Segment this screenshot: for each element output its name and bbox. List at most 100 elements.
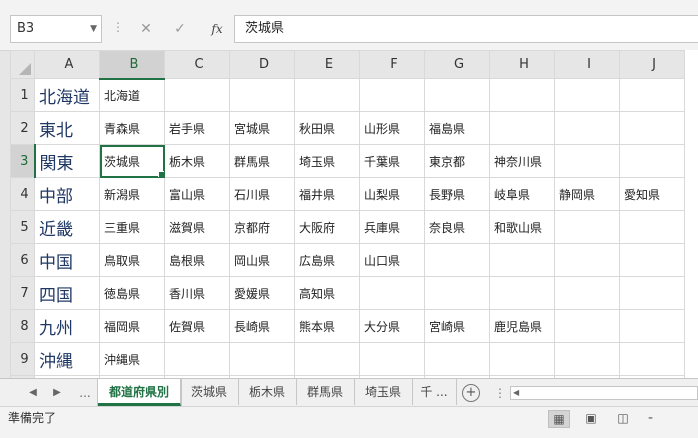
region-cell[interactable]: 四国: [34, 276, 100, 310]
cell[interactable]: 愛知県: [619, 177, 685, 211]
column-header-d[interactable]: D: [229, 50, 295, 79]
cell[interactable]: 福岡県: [99, 309, 165, 343]
scroll-left-icon[interactable]: ◀: [513, 387, 519, 399]
cell[interactable]: [619, 309, 685, 343]
chevron-down-icon[interactable]: ▼: [90, 16, 97, 42]
cell[interactable]: [619, 243, 685, 277]
cell[interactable]: [294, 78, 360, 112]
fill-handle[interactable]: [158, 171, 164, 177]
cell[interactable]: 山口県: [359, 243, 425, 277]
cell[interactable]: [619, 342, 685, 376]
cell[interactable]: [489, 276, 555, 310]
region-cell[interactable]: 北海道: [34, 78, 100, 112]
cell[interactable]: 新潟県: [99, 177, 165, 211]
tab-ellipsis-left[interactable]: ...: [74, 379, 96, 407]
cell[interactable]: 群馬県: [229, 144, 295, 178]
cell[interactable]: [164, 342, 230, 376]
column-header-j[interactable]: J: [619, 50, 685, 79]
sheet-tab[interactable]: 群馬県: [296, 379, 355, 405]
cell[interactable]: 奈良県: [424, 210, 490, 244]
cell[interactable]: 岐阜県: [489, 177, 555, 211]
cell[interactable]: 千葉県: [359, 144, 425, 178]
row-header-2[interactable]: 2: [10, 111, 35, 145]
cell[interactable]: 東京都: [424, 144, 490, 178]
cell[interactable]: 長野県: [424, 177, 490, 211]
page-break-view-icon[interactable]: ◫: [612, 410, 634, 428]
cell[interactable]: 島根県: [164, 243, 230, 277]
cell[interactable]: 栃木県: [164, 144, 230, 178]
row-header-5[interactable]: 5: [10, 210, 35, 244]
cell[interactable]: 福井県: [294, 177, 360, 211]
cell[interactable]: 大分県: [359, 309, 425, 343]
cell[interactable]: 富山県: [164, 177, 230, 211]
column-header-e[interactable]: E: [294, 50, 360, 79]
name-box[interactable]: B3 ▼: [10, 15, 102, 43]
region-cell[interactable]: 中部: [34, 177, 100, 211]
cell[interactable]: [619, 210, 685, 244]
region-cell[interactable]: 中国: [34, 243, 100, 277]
cell[interactable]: [359, 276, 425, 310]
cell[interactable]: 秋田県: [294, 111, 360, 145]
cell[interactable]: [554, 276, 620, 310]
cell[interactable]: 和歌山県: [489, 210, 555, 244]
cell[interactable]: [489, 111, 555, 145]
cell[interactable]: 宮崎県: [424, 309, 490, 343]
check-icon[interactable]: ✓: [168, 15, 192, 43]
cell[interactable]: 山梨県: [359, 177, 425, 211]
cell[interactable]: [229, 78, 295, 112]
cell[interactable]: [229, 342, 295, 376]
sheet-tab[interactable]: 栃木県: [238, 379, 297, 405]
tab-scroll-left-icon[interactable]: ◀: [24, 379, 42, 407]
region-cell[interactable]: 九州: [34, 309, 100, 343]
region-cell[interactable]: 関東: [34, 144, 100, 178]
cell[interactable]: 福島県: [424, 111, 490, 145]
column-header-i[interactable]: I: [554, 50, 620, 79]
cell[interactable]: [294, 342, 360, 376]
cell[interactable]: 佐賀県: [164, 309, 230, 343]
column-header-h[interactable]: H: [489, 50, 555, 79]
cell[interactable]: 鹿児島県: [489, 309, 555, 343]
cell[interactable]: [489, 78, 555, 112]
column-header-a[interactable]: A: [34, 50, 100, 79]
column-header-c[interactable]: C: [164, 50, 230, 79]
cell[interactable]: [554, 243, 620, 277]
cell[interactable]: 鳥取県: [99, 243, 165, 277]
drag-handle-icon[interactable]: ⋮: [112, 20, 124, 34]
cell[interactable]: 大阪府: [294, 210, 360, 244]
cell[interactable]: 岡山県: [229, 243, 295, 277]
column-header-f[interactable]: F: [359, 50, 425, 79]
cell[interactable]: 高知県: [294, 276, 360, 310]
cell[interactable]: 広島県: [294, 243, 360, 277]
normal-view-icon[interactable]: ▦: [548, 410, 570, 428]
cell[interactable]: [359, 342, 425, 376]
horizontal-scrollbar[interactable]: ◀: [510, 386, 698, 400]
cell[interactable]: 兵庫県: [359, 210, 425, 244]
sheet-tab[interactable]: 埼玉県: [354, 379, 413, 405]
cell[interactable]: [619, 111, 685, 145]
add-sheet-button[interactable]: +: [462, 384, 480, 402]
tab-scroll-right-icon[interactable]: ▶: [48, 379, 66, 407]
cell[interactable]: 熊本県: [294, 309, 360, 343]
sheet-tab[interactable]: 茨城県: [180, 379, 239, 405]
cell[interactable]: [554, 144, 620, 178]
cell[interactable]: [619, 276, 685, 310]
cancel-icon[interactable]: ✕: [134, 15, 158, 43]
row-header-4[interactable]: 4: [10, 177, 35, 211]
row-header-6[interactable]: 6: [10, 243, 35, 277]
cell[interactable]: [424, 276, 490, 310]
row-header-7[interactable]: 7: [10, 276, 35, 310]
cell[interactable]: [619, 144, 685, 178]
region-cell[interactable]: 沖縄: [34, 342, 100, 376]
page-layout-view-icon[interactable]: ▣: [580, 410, 602, 428]
cell[interactable]: 宮城県: [229, 111, 295, 145]
row-header-9[interactable]: 9: [10, 342, 35, 376]
sheet-tab[interactable]: 都道府県別: [98, 379, 181, 406]
cell[interactable]: [359, 78, 425, 112]
cell[interactable]: 岩手県: [164, 111, 230, 145]
cell[interactable]: 山形県: [359, 111, 425, 145]
column-header-g[interactable]: G: [424, 50, 490, 79]
cell[interactable]: 香川県: [164, 276, 230, 310]
cell[interactable]: 徳島県: [99, 276, 165, 310]
cell[interactable]: 静岡県: [554, 177, 620, 211]
cell[interactable]: 滋賀県: [164, 210, 230, 244]
